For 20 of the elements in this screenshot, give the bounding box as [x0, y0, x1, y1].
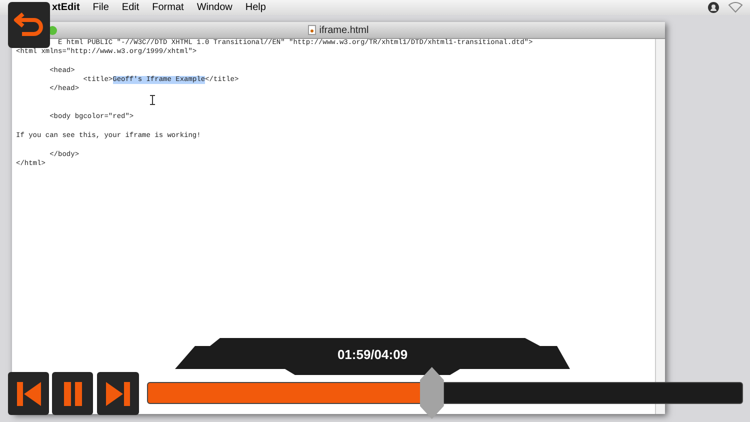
menu-item[interactable]: Format — [152, 0, 184, 15]
next-button[interactable] — [97, 372, 139, 415]
pause-button[interactable] — [52, 372, 93, 415]
skip-back-icon — [14, 380, 42, 408]
window-title: iframe.html — [319, 24, 369, 38]
progress-track[interactable] — [147, 382, 743, 404]
wifi-icon[interactable] — [728, 2, 743, 13]
scrollbar[interactable] — [655, 39, 665, 414]
menu-item[interactable]: File — [92, 0, 109, 15]
user-icon[interactable] — [708, 2, 719, 13]
menu-item[interactable]: Edit — [122, 0, 140, 15]
app-menu[interactable]: xtEdit — [52, 0, 80, 15]
menu-item[interactable]: Help — [245, 0, 266, 15]
undo-arrow-icon — [13, 12, 45, 38]
back-button[interactable] — [8, 2, 50, 48]
previous-button[interactable] — [8, 372, 49, 415]
menu-item[interactable]: Window — [196, 0, 232, 15]
skip-forward-icon — [104, 380, 132, 408]
text-cursor-icon — [150, 95, 155, 105]
document-icon — [308, 25, 316, 35]
